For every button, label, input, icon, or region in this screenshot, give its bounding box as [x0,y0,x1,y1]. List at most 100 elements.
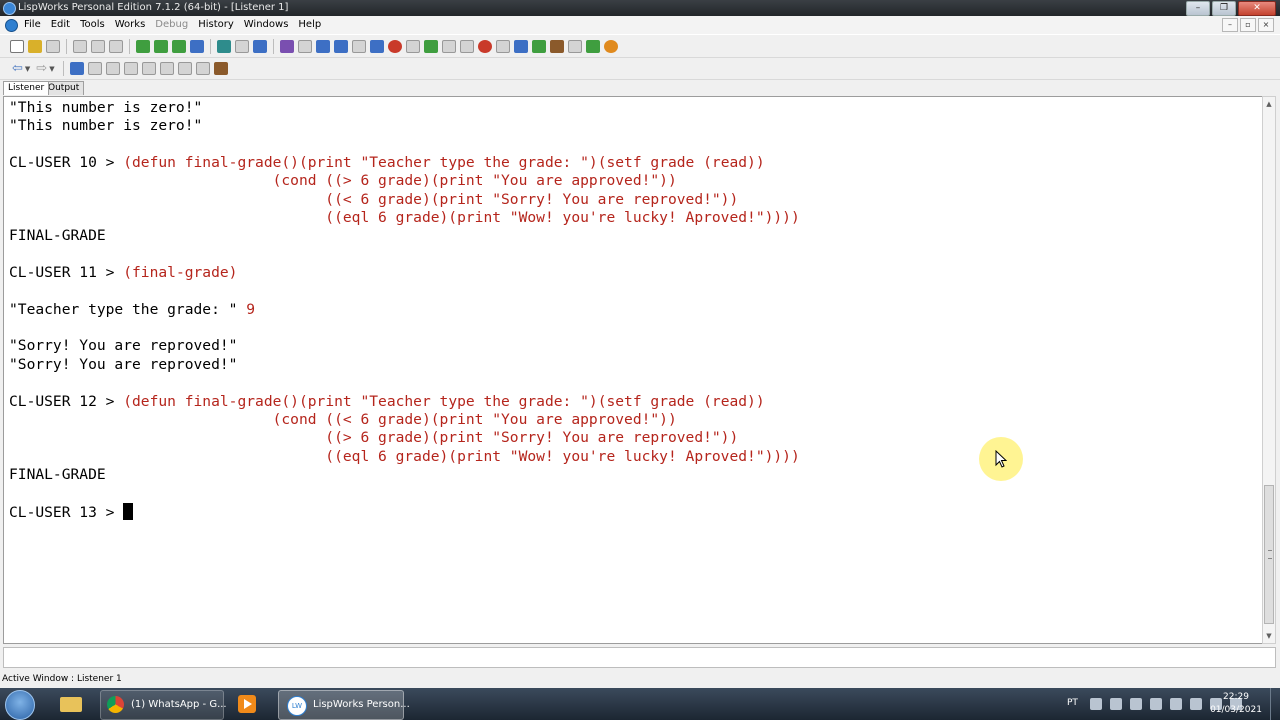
tray-app-icon[interactable] [1130,698,1142,710]
taskbar-chrome[interactable]: (1) WhatsApp - G... [100,690,227,720]
clock-date: 01/03/2021 [1210,705,1262,715]
menu-history[interactable]: History [198,19,234,30]
process-browser-icon[interactable] [442,40,456,53]
listener-line [9,136,800,154]
start-button[interactable] [5,690,35,720]
listener-line [9,319,800,337]
taskbar-clock[interactable]: 22:29 01/03/2021 [1208,691,1264,717]
history-list-icon[interactable] [159,62,174,75]
tracer-icon[interactable] [496,40,510,53]
debugger-bug-icon[interactable] [213,62,228,75]
listener-scrollbar[interactable]: ▲ ▼ [1262,96,1276,644]
listener-line: CL-USER 10 > (defun final-grade()(print … [9,154,800,172]
listener-pane[interactable]: "This number is zero!" "This number is ze… [3,96,1263,644]
refresh-icon[interactable] [217,40,231,53]
doc-close-button[interactable]: × [1258,18,1274,32]
window-icon[interactable] [235,40,249,53]
echo-area-input[interactable] [3,647,1276,668]
history-first-icon[interactable] [123,62,138,75]
history-insert-icon[interactable] [177,62,192,75]
toolbar-separator [273,39,274,54]
class-browser-icon[interactable] [316,40,330,53]
compile-icon[interactable] [154,40,168,53]
history-copy-icon[interactable] [195,62,210,75]
listener-line: ((< 6 grade)(print "Sorry! You are repro… [9,191,800,209]
menu-debug[interactable]: Debug [155,19,188,30]
tab-listener[interactable]: Listener [3,81,50,95]
listener-prompt: CL-USER 10 > [9,154,124,172]
inspector-icon[interactable] [280,40,294,53]
symbol-browser-icon[interactable] [352,40,366,53]
taskbar-explorer[interactable] [56,690,86,718]
window-titlebar[interactable]: LispWorks Personal Edition 7.1.2 (64-bit… [0,0,1280,16]
doc-restore-button[interactable]: ▫ [1240,18,1256,32]
system-browser-icon[interactable] [460,40,474,53]
menu-works[interactable]: Works [115,19,146,30]
close-button[interactable]: ✕ [1238,1,1276,16]
listener-input-text: (cond ((> 6 grade)(print "You are approv… [9,172,677,190]
history-back-dropdown-icon[interactable]: ▼ [25,65,30,73]
tray-gear-icon[interactable] [1190,698,1202,710]
help-icon[interactable] [604,40,618,53]
tools-icon[interactable] [253,40,267,53]
show-desktop-button[interactable] [1270,688,1280,720]
open-file-icon[interactable] [28,40,42,53]
menu-edit[interactable]: Edit [51,19,70,30]
editor-pen-icon[interactable] [586,40,600,53]
history-back-icon[interactable]: ⇦ [12,62,23,75]
editor-icon[interactable] [298,40,312,53]
listener-input-text: ((> 6 grade)(print "Sorry! You are repro… [9,429,739,447]
scroll-down-icon[interactable]: ▼ [1263,630,1275,642]
history-previous-icon[interactable] [69,62,84,75]
history-edit-icon[interactable] [105,62,120,75]
listener-prompt: "Teacher type the grade: " [9,300,247,318]
menu-file[interactable]: File [24,19,41,30]
menu-windows[interactable]: Windows [244,19,289,30]
language-indicator[interactable]: PT [1067,698,1078,708]
doc-minimize-button[interactable]: – [1222,18,1238,32]
object-clipboard-icon[interactable] [370,40,384,53]
tray-tool-icon[interactable] [1170,698,1182,710]
compilation-conditions-icon[interactable] [532,40,546,53]
listener-prompt: CL-USER 13 > [9,503,124,521]
listener-line [9,484,800,502]
listener-icon[interactable] [514,40,528,53]
new-file-icon[interactable] [10,40,24,53]
menu-help[interactable]: Help [298,19,321,30]
menu-tools[interactable]: Tools [80,19,105,30]
scrollbar-thumb[interactable] [1264,485,1274,624]
cut-icon[interactable] [73,40,87,53]
clipboard-icon[interactable] [406,40,420,53]
stepper-icon[interactable] [478,40,492,53]
text-cursor [123,502,134,520]
search-files-icon[interactable] [424,40,438,53]
scroll-up-icon[interactable]: ▲ [1263,98,1275,110]
tray-shield-icon[interactable] [1150,698,1162,710]
volume-icon[interactable] [1110,698,1122,710]
menubar: File Edit Tools Works Debug History Wind… [0,16,1280,34]
evaluate-icon[interactable] [136,40,150,53]
listener-input-text: (defun final-grade()(print "Teacher type… [123,392,765,410]
tray-arrow-icon[interactable] [1090,698,1102,710]
history-next-icon[interactable] [87,62,102,75]
save-icon[interactable] [46,40,60,53]
listener-window-icon[interactable] [5,19,18,32]
history-last-icon[interactable] [141,62,156,75]
minimize-button[interactable]: – [1186,1,1210,16]
load-icon[interactable] [172,40,186,53]
application-builder-icon[interactable] [550,40,564,53]
window-controls: – ❐ ✕ [1186,1,1276,16]
generic-function-browser-icon[interactable] [334,40,348,53]
maximize-button[interactable]: ❐ [1212,1,1236,16]
history-forward-icon[interactable]: ⇨ [36,62,47,75]
interface-builder-icon[interactable] [568,40,582,53]
copy-icon[interactable] [91,40,105,53]
build-icon[interactable] [190,40,204,53]
taskbar-lispworks[interactable]: LW LispWorks Person... [278,690,410,720]
history-forward-dropdown-icon[interactable]: ▼ [49,65,54,73]
paste-icon[interactable] [109,40,123,53]
taskbar-media-player[interactable] [232,690,262,718]
profiler-icon[interactable] [388,40,402,53]
listener-output-text: "Sorry! You are reproved!" [9,355,238,373]
listener-line: CL-USER 13 > [9,502,800,521]
